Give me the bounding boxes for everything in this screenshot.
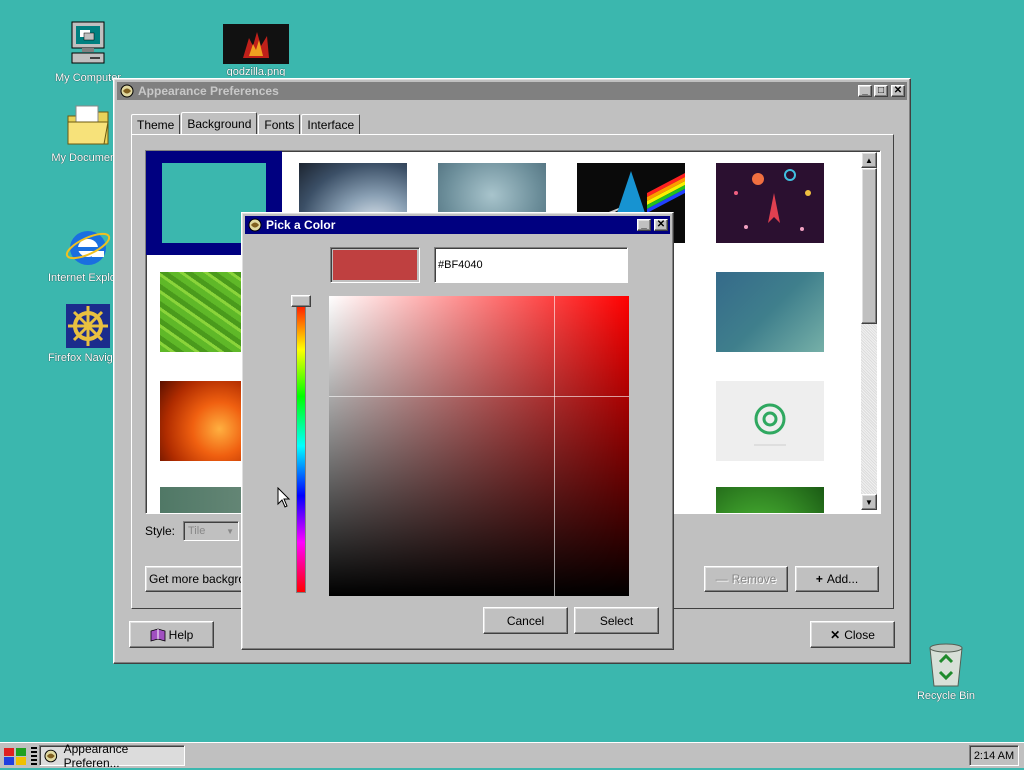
saturation-value-area[interactable] xyxy=(329,296,629,596)
close-icon: ✕ xyxy=(830,627,841,642)
add-label: Add... xyxy=(826,572,859,586)
taskbar-clock[interactable]: 2:14 AM xyxy=(969,745,1019,766)
windows-logo-icon xyxy=(4,748,26,765)
close-window-button[interactable]: ✕ xyxy=(891,85,905,97)
chevron-down-icon: ▼ xyxy=(226,526,234,536)
crosshair-vertical xyxy=(554,296,555,596)
style-select-value: Tile xyxy=(188,525,206,537)
close-label: Close xyxy=(844,627,875,642)
remove-label: Remove xyxy=(731,572,777,586)
picker-app-icon xyxy=(248,218,262,232)
color-swatch-frame xyxy=(330,247,420,283)
crosshair-horizontal xyxy=(329,396,629,397)
style-label: Style: xyxy=(145,524,176,538)
help-book-icon xyxy=(150,628,166,642)
minimize-button[interactable]: _ xyxy=(858,85,872,97)
image-file-icon xyxy=(223,24,289,64)
computer-icon xyxy=(71,21,105,64)
rocket-icon xyxy=(734,169,811,231)
appearance-title-bar[interactable]: Appearance Preferences _ □ ✕ xyxy=(117,82,907,100)
mouse-cursor-icon xyxy=(277,487,291,508)
scroll-down-button[interactable]: ▼ xyxy=(861,494,877,510)
tab-fonts[interactable]: Fonts xyxy=(258,114,301,134)
folder-icon xyxy=(67,105,109,145)
hue-slider[interactable] xyxy=(296,299,306,593)
taskbar-item-appearance[interactable]: Appearance Preferen... xyxy=(39,742,185,770)
recycle-bin-icon xyxy=(929,643,963,687)
cancel-label: Cancel xyxy=(506,613,545,628)
desktop-icon-label: Recycle Bin xyxy=(916,690,976,702)
tab-bar: Theme Background Fonts Interface xyxy=(131,112,361,134)
appearance-window-title: Appearance Preferences xyxy=(138,84,279,98)
picker-title-bar[interactable]: Pick a Color _ ✕ xyxy=(245,216,670,234)
ship-wheel-icon xyxy=(66,304,110,348)
desktop-icon-my-computer[interactable]: My Computer xyxy=(48,20,128,84)
add-button[interactable]: + Add... xyxy=(795,566,879,592)
remove-button[interactable]: — Remove xyxy=(704,566,788,592)
tab-interface[interactable]: Interface xyxy=(301,114,361,134)
select-button[interactable]: Select xyxy=(574,607,659,634)
pick-a-color-dialog: Pick a Color _ ✕ Cancel Select xyxy=(241,212,674,650)
tab-background[interactable]: Background xyxy=(181,112,258,134)
maximize-button[interactable]: □ xyxy=(874,85,888,97)
taskbar: Appearance Preferen... 2:14 AM xyxy=(0,742,1024,770)
close-button[interactable]: ✕ Close xyxy=(810,621,895,648)
help-button[interactable]: Help xyxy=(129,621,214,648)
background-thumb-green-leaves[interactable] xyxy=(716,487,824,513)
select-label: Select xyxy=(599,613,634,628)
background-thumb-space[interactable] xyxy=(716,163,824,243)
minus-icon: — xyxy=(715,572,728,586)
internet-explorer-icon xyxy=(65,231,111,265)
plus-icon: + xyxy=(815,572,823,586)
scroll-thumb[interactable] xyxy=(861,168,877,324)
hex-color-input[interactable] xyxy=(434,247,628,283)
tab-theme[interactable]: Theme xyxy=(131,114,181,134)
help-label: Help xyxy=(168,627,194,642)
logo-mark-icon xyxy=(754,403,786,446)
background-list-scrollbar[interactable]: ▲ ▼ xyxy=(861,152,877,510)
clock-text: 2:14 AM xyxy=(973,749,1015,762)
color-swatch xyxy=(333,250,417,280)
taskbar-item-label: Appearance Preferen... xyxy=(63,741,129,770)
cancel-button[interactable]: Cancel xyxy=(483,607,568,634)
start-button[interactable] xyxy=(2,746,30,766)
taskbar-grip xyxy=(31,747,37,765)
style-select[interactable]: Tile ▼ xyxy=(183,521,239,541)
desktop-icon-label: godzilla.png xyxy=(226,66,286,76)
desktop-icon-image-file[interactable]: godzilla.png xyxy=(216,24,296,76)
hue-slider-handle[interactable] xyxy=(291,295,311,307)
background-thumb-logo[interactable] xyxy=(716,381,824,461)
picker-close-button[interactable]: ✕ xyxy=(654,219,668,231)
appearance-task-icon xyxy=(44,749,58,762)
picker-minimize-button[interactable]: _ xyxy=(637,219,651,231)
appearance-app-icon xyxy=(120,84,134,98)
background-thumb-teal-bokeh[interactable] xyxy=(716,272,824,352)
desktop-icon-recycle-bin[interactable]: Recycle Bin xyxy=(906,640,986,702)
scroll-up-button[interactable]: ▲ xyxy=(861,152,877,168)
picker-window-title: Pick a Color xyxy=(266,218,336,232)
